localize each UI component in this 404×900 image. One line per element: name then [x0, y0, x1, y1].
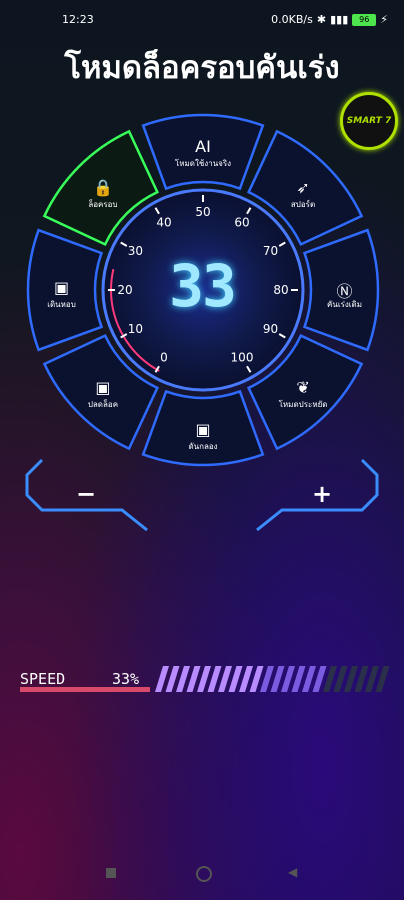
- mode-label-hold: ดันกลอง: [188, 441, 218, 451]
- bluetooth-icon: ✱: [316, 13, 327, 26]
- battery-icon: 96: [352, 13, 377, 26]
- gauge-tick-label: 60: [234, 215, 249, 229]
- gauge-tick-label: 100: [231, 351, 254, 365]
- ai-icon: AI: [195, 136, 211, 156]
- nav-bar: ◀: [0, 860, 404, 890]
- status-icons: 0.0KB/s ✱ ▮▮▮ 96 ⚡: [271, 13, 388, 26]
- home-button[interactable]: [196, 866, 212, 882]
- rocket-icon: ➶: [296, 177, 310, 197]
- mode-label-lock: ล็อครอบ: [88, 199, 118, 209]
- network-speed: 0.0KB/s: [271, 13, 313, 26]
- gauge-tick-label: 40: [156, 215, 171, 229]
- gauge-tick-label: 30: [128, 244, 143, 258]
- mode-label-eco: โหมดประหยัด: [278, 400, 328, 410]
- recent-apps-button[interactable]: [106, 868, 116, 878]
- mode-label-normal: คันเร่งเดิม: [327, 300, 362, 309]
- gauge-tick-label: 20: [117, 283, 132, 297]
- speed-readout: 33: [169, 252, 237, 320]
- back-button[interactable]: ◀: [288, 865, 297, 879]
- speed-gauge: [20, 666, 390, 692]
- gauge-tick-label: 50: [195, 205, 210, 219]
- charging-icon: ⚡: [380, 13, 388, 26]
- increase-button[interactable]: +: [312, 480, 332, 508]
- mode-label-ai: โหมดใช้งานจริง: [174, 158, 232, 168]
- car-up-icon: ▣: [53, 278, 70, 297]
- gauge-tick-label: 80: [273, 283, 288, 297]
- lock-icon: 🔒: [92, 177, 113, 197]
- gauge-tick-label: 10: [128, 322, 143, 336]
- leaf-icon: ❦: [296, 378, 310, 398]
- gauge-tick-label: 90: [263, 322, 278, 336]
- tow-truck-icon: ▣: [95, 378, 111, 398]
- gauge-tick-label: 70: [263, 244, 278, 258]
- page-title: โหมดล็อครอบคันเร่ง: [64, 50, 340, 86]
- gauge-tick-label: 0: [160, 351, 168, 365]
- speed-stripes: [155, 666, 390, 692]
- signal-icon: ▮▮▮: [330, 13, 349, 26]
- hand-lock-icon: ▣: [195, 419, 211, 439]
- decrease-button[interactable]: −: [76, 480, 96, 508]
- status-bar: 12:23 0.0KB/s ✱ ▮▮▮ 96 ⚡: [0, 0, 404, 36]
- status-time: 12:23: [62, 13, 94, 26]
- mode-label-sport: สปอร์ต: [290, 199, 316, 209]
- speed-bar: SPEED 33%: [20, 664, 390, 694]
- speed-underline: [20, 687, 150, 692]
- mode-label-walk: เดินหอบ: [47, 300, 76, 309]
- mode-label-tow: ปลดล็อค: [87, 400, 119, 410]
